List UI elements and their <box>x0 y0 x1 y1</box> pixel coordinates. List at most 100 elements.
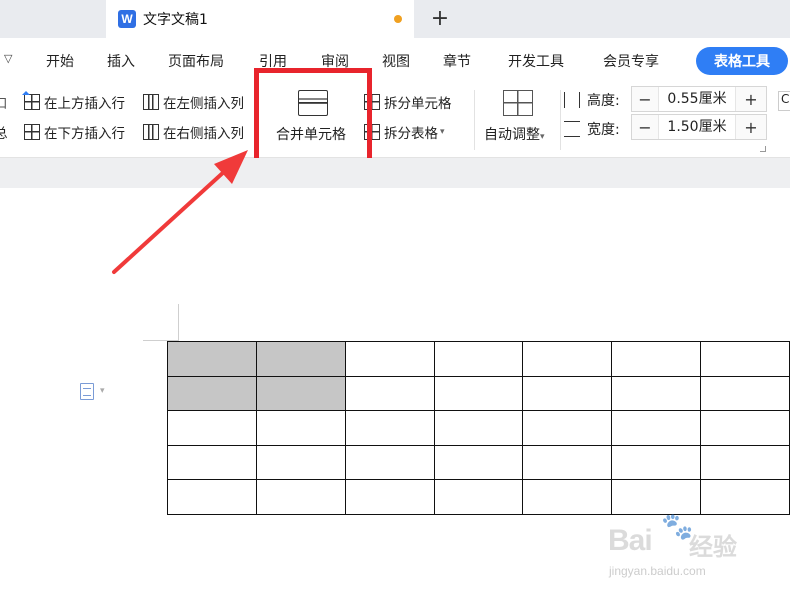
menu-tab-insert[interactable]: 插入 <box>107 51 135 71</box>
dialog-launcher-icon[interactable] <box>760 146 766 152</box>
menu-overflow-icon[interactable]: ▽ <box>4 52 12 65</box>
col-width-decrease-button[interactable]: − <box>632 115 658 139</box>
col-width-input[interactable]: 1.50厘米 <box>658 115 736 139</box>
table-row <box>167 444 790 480</box>
split-table-dropdown-icon: ▾ <box>440 127 445 137</box>
split-cells-label: 拆分单元格 <box>384 96 452 112</box>
split-table-button[interactable]: 拆分表格 ▾ <box>364 122 445 142</box>
menu-tab-page-layout[interactable]: 页面布局 <box>168 51 224 71</box>
col-width-stepper[interactable]: − 1.50厘米 + <box>631 114 767 140</box>
row-height-input[interactable]: 0.55厘米 <box>658 87 736 111</box>
table-cell[interactable] <box>700 410 790 446</box>
auto-fit-icon <box>503 90 533 116</box>
table-cell[interactable] <box>433 410 524 446</box>
insert-row-above-label: 在上方插入行 <box>44 96 125 112</box>
table-cell[interactable] <box>433 479 524 515</box>
insert-row-below-button[interactable]: 在下方插入行 <box>24 122 125 142</box>
table-cell[interactable] <box>344 375 435 411</box>
table-cell[interactable] <box>255 444 346 480</box>
table-cell[interactable] <box>611 444 702 480</box>
menu-tab-table-tools[interactable]: 表格工具 <box>696 47 788 75</box>
table-cell[interactable] <box>700 444 790 480</box>
table-row <box>167 479 790 515</box>
new-tab-button[interactable]: + <box>428 4 452 32</box>
menu-tab-developer[interactable]: 开发工具 <box>508 51 564 71</box>
table-cell[interactable] <box>611 410 702 446</box>
menu-tab-membership[interactable]: 会员专享 <box>603 51 659 71</box>
table-cell[interactable] <box>433 341 524 377</box>
col-width-icon <box>564 121 580 137</box>
row-height-stepper[interactable]: − 0.55厘米 + <box>631 86 767 112</box>
col-width-label: 宽度: <box>564 119 620 139</box>
clipped-control-top: 口 <box>0 96 8 112</box>
table-cell-selected[interactable] <box>255 341 346 377</box>
row-height-decrease-button[interactable]: − <box>632 87 658 111</box>
table-cell[interactable] <box>255 479 346 515</box>
insert-col-left-button[interactable]: 在左侧插入列 <box>143 92 244 112</box>
insert-col-left-icon <box>143 94 159 110</box>
table-cell[interactable] <box>611 375 702 411</box>
clipped-control-right[interactable]: C <box>778 91 790 111</box>
table-cell[interactable] <box>344 341 435 377</box>
table-cell[interactable] <box>700 375 790 411</box>
ribbon-separator <box>560 90 561 150</box>
baidu-jingyan-watermark: Bai 🐾 经验 jingyan.baidu.com <box>603 512 788 592</box>
row-height-label: 高度: <box>564 90 620 110</box>
watermark-brand-tail: 经验 <box>689 533 737 561</box>
auto-fit-label: 自动调整▾ <box>484 127 545 143</box>
menu-tab-chapter[interactable]: 章节 <box>443 51 471 71</box>
table-row <box>167 410 790 446</box>
wps-writer-icon: W <box>118 10 136 28</box>
col-width-increase-button[interactable]: + <box>736 115 766 139</box>
table-cell[interactable] <box>700 341 790 377</box>
document-title: 文字文稿1 <box>143 12 208 28</box>
menu-tab-view[interactable]: 视图 <box>382 51 410 71</box>
ruler-band <box>0 158 790 188</box>
clipped-control-bottom: 总 <box>0 126 8 142</box>
table-cell[interactable] <box>522 375 613 411</box>
table-cell-selected[interactable] <box>167 375 257 411</box>
table-cell[interactable] <box>522 341 613 377</box>
table-cell-selected[interactable] <box>255 375 346 411</box>
table-cell[interactable] <box>167 410 257 446</box>
table-row <box>167 341 790 377</box>
insert-row-above-button[interactable]: 在上方插入行 <box>22 91 125 112</box>
table-cell[interactable] <box>433 375 524 411</box>
table-cell[interactable] <box>611 479 702 515</box>
table-cell-selected[interactable] <box>167 341 257 377</box>
row-height-icon <box>564 92 580 108</box>
paragraph-layout-icon[interactable] <box>80 383 94 400</box>
split-cells-button[interactable]: 拆分单元格 <box>364 92 452 112</box>
table-cell[interactable] <box>344 479 435 515</box>
document-tab[interactable]: W 文字文稿1 <box>106 0 414 38</box>
table-cell[interactable] <box>344 410 435 446</box>
watermark-url: jingyan.baidu.com <box>609 564 706 578</box>
menu-tab-home[interactable]: 开始 <box>46 51 74 71</box>
table-cell[interactable] <box>522 444 613 480</box>
table-cell[interactable] <box>167 444 257 480</box>
table-cell[interactable] <box>167 479 257 515</box>
table-cell[interactable] <box>433 444 524 480</box>
insert-col-right-label: 在右侧插入列 <box>163 126 244 142</box>
unsaved-indicator <box>394 15 402 23</box>
table-cell[interactable] <box>522 479 613 515</box>
document-table[interactable] <box>167 341 790 515</box>
table-cell[interactable] <box>344 444 435 480</box>
insert-row-above-icon <box>22 91 40 110</box>
table-cell[interactable] <box>700 479 790 515</box>
table-cell[interactable] <box>255 410 346 446</box>
table-cell[interactable] <box>611 341 702 377</box>
insert-col-right-button[interactable]: 在右侧插入列 <box>143 122 244 142</box>
split-table-label: 拆分表格 <box>384 126 438 142</box>
table-cell[interactable] <box>522 410 613 446</box>
paragraph-layout-dropdown-icon[interactable]: ▾ <box>100 386 105 396</box>
insert-row-below-icon <box>24 124 40 140</box>
table-row <box>167 375 790 411</box>
margin-corner-mark <box>178 304 179 340</box>
insert-col-left-label: 在左侧插入列 <box>163 96 244 112</box>
title-bar: W 文字文稿1 + <box>0 0 790 38</box>
insert-col-right-icon <box>143 124 159 140</box>
watermark-brand: Bai <box>608 524 653 557</box>
ribbon: 口 总 在上方插入行 在下方插入行 在左侧插入列 在右侧插入列 合并单元格 拆分… <box>0 82 790 158</box>
row-height-increase-button[interactable]: + <box>736 87 766 111</box>
